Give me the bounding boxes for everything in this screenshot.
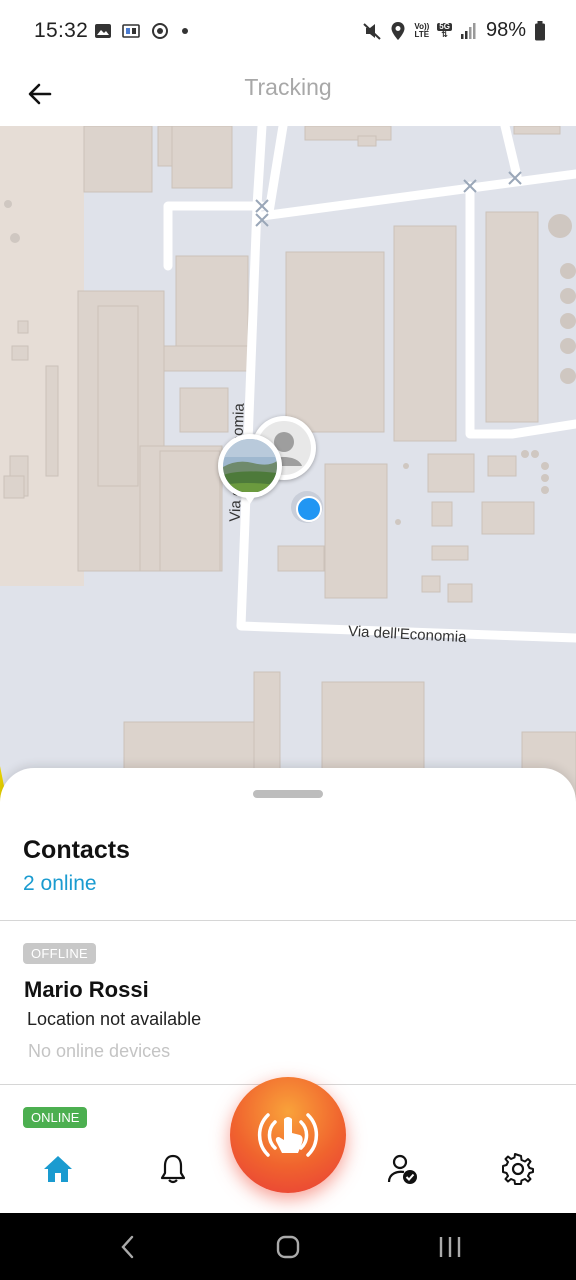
nav-notifications[interactable] [155,1151,191,1187]
contact-location: Location not available [27,1009,202,1029]
home-icon [44,1156,72,1182]
status-left-icons [94,21,190,41]
bottom-navigation: ONLINE [0,1077,576,1213]
status-right-icons: Vo)) LTE 5G ⇅ 98% [362,19,546,42]
system-navigation-bar [0,1213,576,1280]
volte-icon: Vo)) LTE [414,21,430,39]
status-badge-offline: OFFLINE [23,943,96,964]
contact-pin-photo[interactable] [218,434,282,504]
system-home-button[interactable] [268,1231,308,1263]
status-badge-online: ONLINE [23,1107,88,1128]
contacts-online-count: 2 online [23,872,97,895]
contact-list-item[interactable]: OFFLINE Mario Rossi Location not availab… [0,921,576,1083]
home-icon [276,1235,300,1259]
app-header: Tracking [0,64,576,126]
sync-icon [152,23,168,39]
system-recents-button[interactable] [430,1231,470,1263]
landscape-photo-icon [223,439,277,493]
sheet-drag-handle[interactable] [253,790,323,798]
status-time: 15:32 [34,19,89,42]
tap-alert-icon [257,1113,319,1157]
location-icon [391,21,405,40]
sos-button[interactable] [230,1077,346,1193]
contacts-check-icon [387,1154,417,1184]
app-icon [122,24,140,38]
contact-photo [223,439,277,493]
contacts-title: Contacts [23,836,130,864]
contacts-sheet[interactable]: Contacts 2 online OFFLINE Mario Rossi Lo… [0,768,576,1084]
nav-contacts[interactable] [385,1151,421,1187]
my-location-dot [291,491,323,523]
signal-icon [460,22,476,39]
back-icon [121,1235,134,1259]
mute-icon [363,22,382,40]
nav-settings[interactable] [500,1151,536,1187]
5g-icon: 5G ⇅ [437,21,452,39]
system-back-button[interactable] [108,1231,148,1263]
recents-icon [439,1237,461,1257]
bell-icon [160,1154,186,1184]
contact-devices: No online devices [28,1041,171,1061]
dot-icon [182,28,188,34]
battery-icon [535,20,545,40]
map-view[interactable]: Via dell'Economia Via dell'Economia [0,126,576,806]
status-bar: 15:32 Vo)) LTE 5G ⇅ 98% [0,0,576,64]
battery-percent: 98% [485,19,526,41]
contact-name: Mario Rossi [24,977,149,1002]
page-title: Tracking [244,74,332,100]
image-icon [95,24,111,38]
nav-home[interactable] [40,1151,76,1187]
gear-icon [502,1153,534,1185]
